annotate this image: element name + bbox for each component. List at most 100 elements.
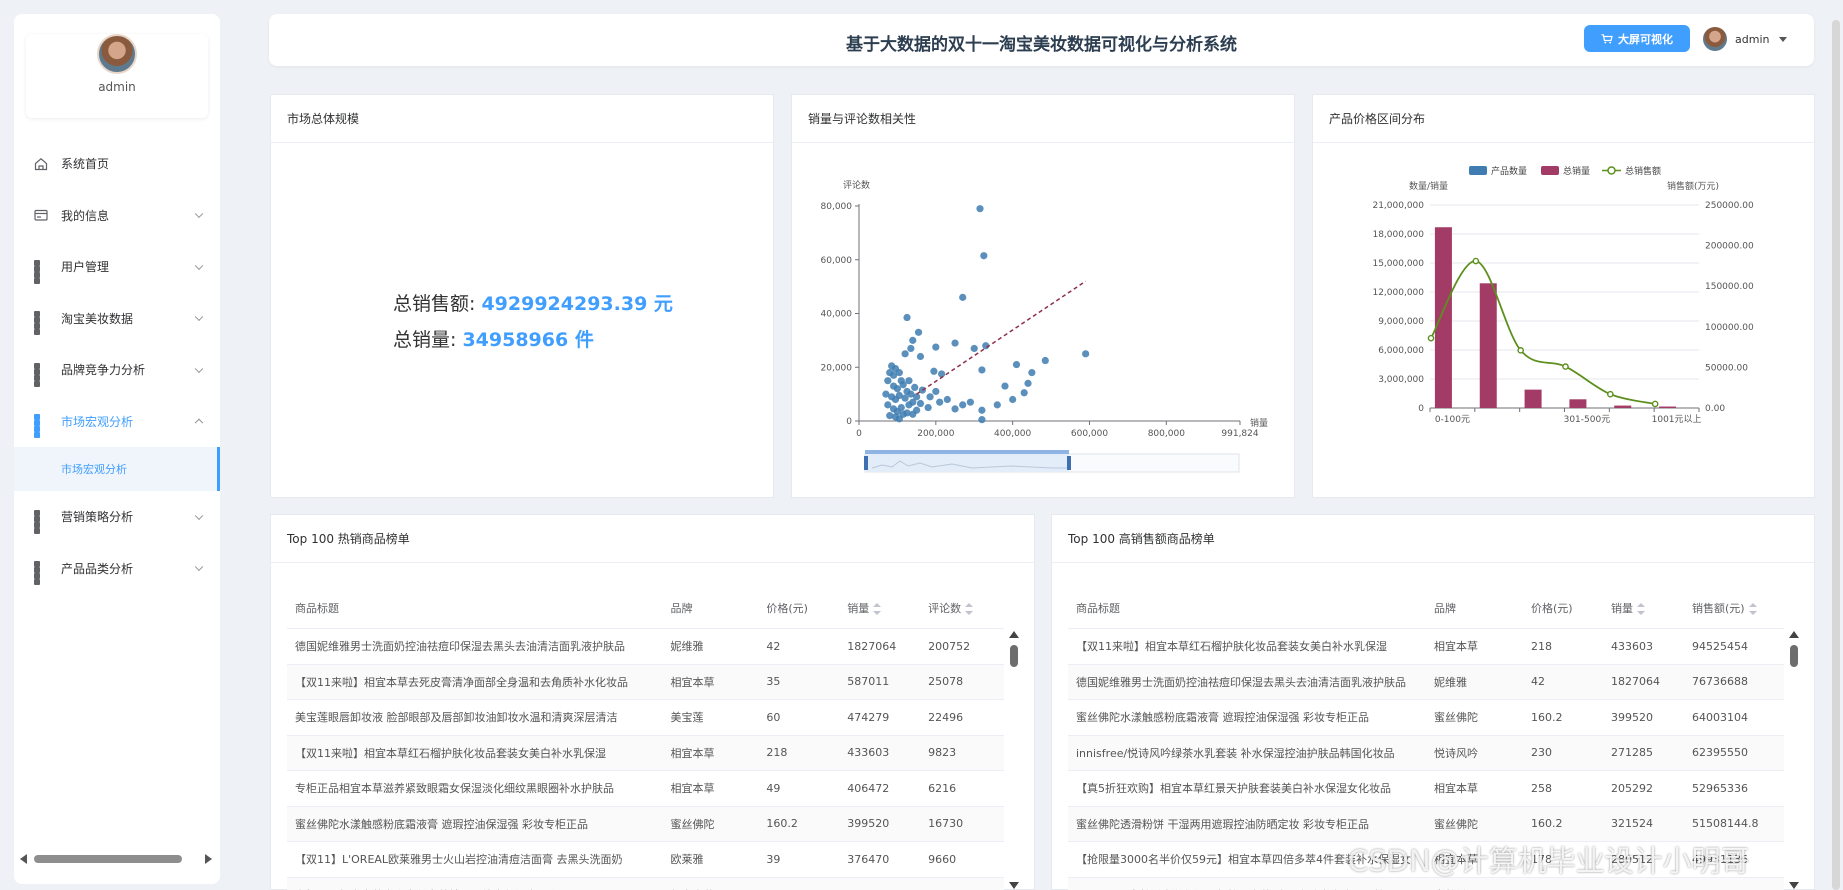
- table-row[interactable]: 专柜正品相宜本草滋养紧致眼霜女保湿淡化细纹黑眼圈补水护肤品 相宜本草 49 40647…: [287, 771, 1004, 807]
- table-row[interactable]: innisfree/悦诗风吟绿茶水乳套装 补水保湿控油护肤品韩国化妆品 悦诗风吟 2…: [1068, 735, 1784, 771]
- scatter-point[interactable]: [905, 377, 913, 385]
- scatter-chart[interactable]: 评论数 销量 0 200,000 400,000 600,000 800,000 991,…: [792, 143, 1294, 497]
- sidebar-item-home[interactable]: 系统首页: [14, 138, 220, 190]
- zoom-handle-right[interactable]: [1067, 456, 1071, 470]
- scrollbar-thumb[interactable]: [1010, 645, 1018, 667]
- col-sales-header[interactable]: 销量: [1603, 600, 1684, 616]
- data-zoom-slider[interactable]: [864, 450, 1240, 473]
- sidebar-horizontal-scrollbar[interactable]: [18, 852, 216, 866]
- table-row[interactable]: 专柜正品相宜本草光彩亮润白茶精眼霜补水保湿去淡斑相宜本草353578153756: [287, 877, 1004, 890]
- scatter-point[interactable]: [1020, 389, 1028, 397]
- user-menu[interactable]: admin: [1703, 27, 1788, 51]
- chart-legend[interactable]: 产品数量 总销量 总销售额: [1469, 165, 1661, 177]
- table-row[interactable]: 【双11】L'OREAL欧莱雅男士火山岩控油清痘洁面膏 去黑头洗面奶 欧莱雅 39 3…: [287, 842, 1004, 878]
- table-row[interactable]: 【真5折狂欢购】相宜本草红景天护肤套装美白补水保湿女化妆品 相宜本草 258 2052…: [1068, 771, 1784, 807]
- scroll-right-arrow-icon[interactable]: [205, 854, 212, 864]
- bigscreen-button[interactable]: 大屏可视化: [1584, 25, 1690, 52]
- scatter-point[interactable]: [951, 339, 959, 347]
- scatter-point[interactable]: [913, 406, 921, 414]
- scatter-point[interactable]: [932, 387, 940, 396]
- bar-sales[interactable]: [1569, 399, 1587, 408]
- scatter-point[interactable]: [978, 406, 986, 414]
- col-sales-header[interactable]: 销量: [839, 600, 920, 616]
- scatter-point[interactable]: [914, 328, 923, 336]
- revenue-point[interactable]: [1651, 400, 1659, 408]
- scatter-point[interactable]: [901, 350, 909, 358]
- legend-dot-revenue[interactable]: [1607, 166, 1616, 175]
- bar-sales[interactable]: [1614, 405, 1632, 408]
- revenue-point[interactable]: [1562, 363, 1569, 370]
- scatter-point[interactable]: [932, 343, 940, 351]
- revenue-point[interactable]: [1472, 257, 1480, 265]
- bar-sales[interactable]: [1659, 406, 1677, 408]
- scatter-point[interactable]: [993, 401, 1001, 409]
- table-vertical-scrollbar[interactable]: [1008, 631, 1020, 890]
- scatter-point[interactable]: [1009, 395, 1017, 404]
- scatter-point[interactable]: [1024, 379, 1032, 387]
- legend-label-sales[interactable]: 总销量: [1563, 165, 1590, 177]
- sidebar-item-user-management[interactable]: 用户管理: [14, 241, 220, 293]
- scatter-point[interactable]: [1082, 350, 1090, 358]
- scatter-point[interactable]: [959, 401, 967, 409]
- col-comments-header[interactable]: 评论数: [920, 600, 1004, 616]
- revenue-point[interactable]: [1607, 390, 1614, 398]
- sort-icon[interactable]: [965, 602, 974, 615]
- table-row[interactable]: 德国妮维雅男士洗面奶控油祛痘印保湿去黑头去油清洁面乳液护肤品 妮维雅 42 18270…: [1068, 664, 1784, 700]
- scatter-point[interactable]: [889, 371, 898, 379]
- sidebar-item-brand-analysis[interactable]: 品牌竞争力分析: [14, 344, 220, 396]
- price-distribution-chart[interactable]: 产品数量 总销量 总销售额 数量/销量 销售额(万元) 0 3,000,000 6,…: [1313, 143, 1814, 497]
- legend-swatch-sales[interactable]: [1541, 166, 1559, 175]
- avatar[interactable]: [97, 34, 137, 74]
- scatter-point[interactable]: [1041, 356, 1049, 365]
- scatter-point[interactable]: [909, 336, 917, 344]
- table-row[interactable]: 【双11来啦】相宜本草红石榴护肤化妆品套装女美白补水乳保湿 相宜本草 218 4336…: [287, 735, 1004, 771]
- scatter-point[interactable]: [907, 344, 915, 353]
- sort-icon[interactable]: [1637, 602, 1645, 615]
- table-row[interactable]: 蜜丝佛陀透滑粉饼 干湿两用遮瑕控油防晒定妆 彩妆专柜正品 蜜丝佛陀 160.2 321…: [1068, 806, 1784, 842]
- sidebar-item-taobao-data[interactable]: 淘宝美妆数据: [14, 293, 220, 345]
- table-row[interactable]: 【双11来啦】相宜本草去死皮膏清净面部全身温和去角质补水化妆品 相宜本草 35 587…: [287, 664, 1004, 700]
- table-vertical-scrollbar[interactable]: [1788, 631, 1800, 890]
- bar-sales[interactable]: [1434, 227, 1452, 408]
- scroll-left-arrow-icon[interactable]: [20, 854, 27, 864]
- revenue-point[interactable]: [1427, 334, 1435, 342]
- scatter-point[interactable]: [895, 415, 903, 423]
- scatter-point[interactable]: [976, 205, 984, 213]
- scatter-point[interactable]: [924, 403, 932, 412]
- legend-label-count[interactable]: 产品数量: [1491, 165, 1527, 177]
- scrollbar-thumb[interactable]: [1790, 645, 1798, 667]
- scrollbar-thumb[interactable]: [34, 855, 182, 863]
- sidebar-subitem-market-analysis[interactable]: 市场宏观分析: [14, 447, 220, 491]
- sidebar-item-my-info[interactable]: 我的信息: [14, 190, 220, 242]
- scatter-point[interactable]: [930, 367, 938, 375]
- sort-icon[interactable]: [873, 602, 882, 615]
- revenue-point[interactable]: [1517, 347, 1524, 354]
- sort-icon[interactable]: [1748, 602, 1757, 615]
- scroll-up-arrow-icon[interactable]: [1009, 631, 1019, 638]
- bar-sales[interactable]: [1479, 283, 1497, 408]
- scroll-up-arrow-icon[interactable]: [1789, 631, 1799, 638]
- legend-swatch-count[interactable]: [1469, 166, 1487, 175]
- scatter-point[interactable]: [980, 252, 988, 260]
- scatter-point[interactable]: [926, 393, 934, 401]
- bar-sales[interactable]: [1524, 389, 1542, 408]
- sidebar-item-market-analysis[interactable]: 市场宏观分析: [14, 396, 220, 448]
- col-revenue-header[interactable]: 销售额(元): [1684, 600, 1784, 616]
- table-row[interactable]: 蜜丝佛陀水漾触感粉底霜液膏 遮瑕控油保湿强 彩妆专柜正品 蜜丝佛陀 160.2 399…: [1068, 700, 1784, 736]
- scatter-point[interactable]: [951, 405, 959, 413]
- table-row[interactable]: 蜜丝佛陀水漾触感粉底霜液膏 遮瑕控油保湿强 彩妆专柜正品 蜜丝佛陀 160.2 399…: [287, 806, 1004, 842]
- scatter-point[interactable]: [903, 313, 911, 322]
- scatter-point[interactable]: [884, 377, 892, 385]
- table-row[interactable]: 【双11来啦】相宜本草红石榴护肤化妆品套装女美白补水乳保湿 相宜本草 218 4336…: [1068, 629, 1784, 665]
- scatter-point[interactable]: [905, 401, 913, 409]
- scroll-down-arrow-icon[interactable]: [1789, 882, 1799, 889]
- scatter-point[interactable]: [916, 352, 925, 361]
- scatter-point[interactable]: [959, 293, 967, 301]
- zoom-handle-left[interactable]: [864, 456, 868, 470]
- legend-label-revenue[interactable]: 总销售额: [1625, 165, 1661, 177]
- sidebar-item-product-category[interactable]: 产品品类分析: [14, 543, 220, 595]
- scatter-point[interactable]: [1001, 382, 1009, 390]
- page-vertical-scrollbar[interactable]: [1832, 20, 1840, 890]
- scatter-point[interactable]: [911, 383, 919, 392]
- scatter-point[interactable]: [916, 399, 925, 408]
